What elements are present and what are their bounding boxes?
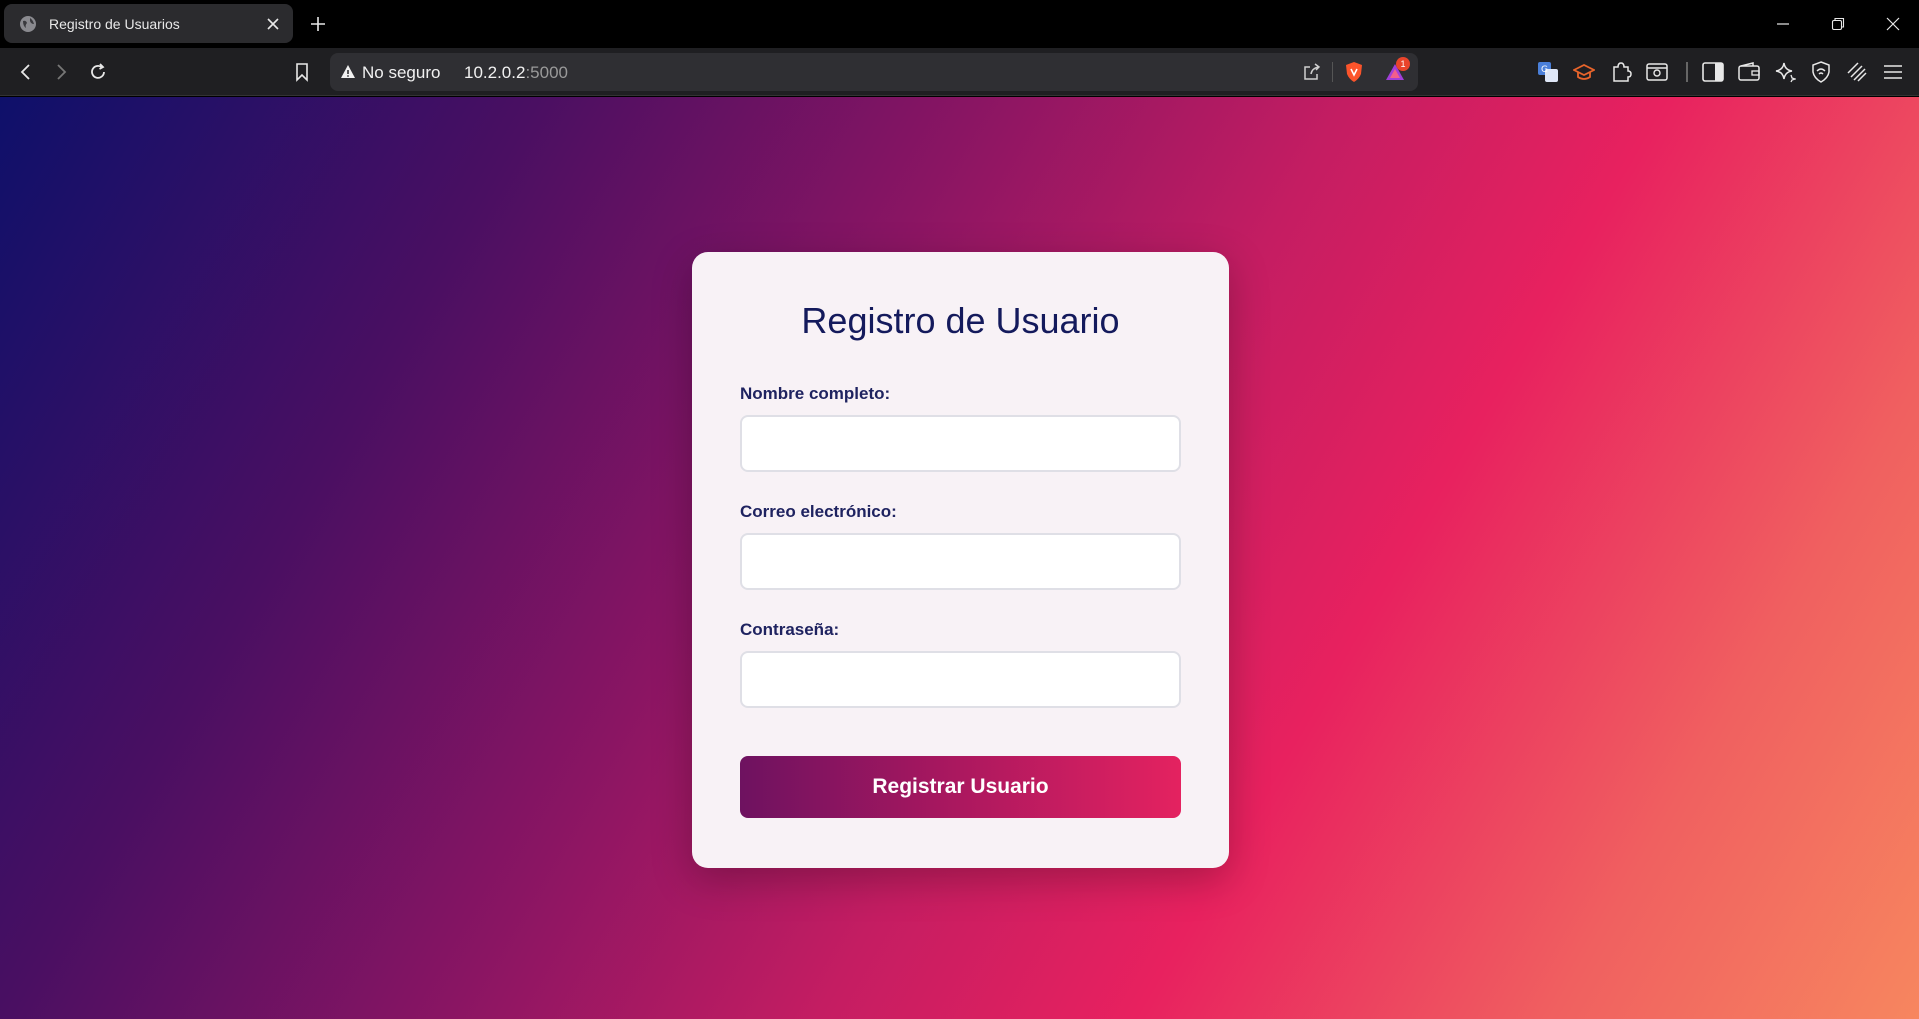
url-text: 10.2.0.2:5000	[464, 63, 568, 83]
puzzle-icon[interactable]	[1608, 59, 1634, 85]
page-background: Registro de Usuario Nombre completo: Cor…	[0, 97, 1919, 1019]
close-icon[interactable]	[263, 14, 283, 34]
reader-icon[interactable]	[1644, 59, 1670, 85]
email-input[interactable]	[740, 533, 1181, 590]
sidebar-icon[interactable]	[1700, 59, 1726, 85]
tab-title: Registro de Usuarios	[49, 15, 180, 32]
email-label: Correo electrónico:	[740, 502, 897, 521]
rewards-badge: 1	[1396, 57, 1410, 71]
form-title: Registro de Usuario	[801, 300, 1120, 341]
toolbar-separator	[1686, 62, 1688, 82]
globe-icon	[20, 15, 36, 32]
url-port: :5000	[525, 63, 568, 82]
reload-icon[interactable]	[85, 59, 111, 85]
browser-tab[interactable]: Registro de Usuarios	[4, 4, 293, 43]
forward-arrow-icon[interactable]	[48, 59, 74, 85]
restore-icon[interactable]	[1826, 12, 1850, 36]
minimize-icon[interactable]	[1771, 12, 1795, 36]
url-divider	[1332, 62, 1333, 82]
plus-icon[interactable]	[306, 12, 330, 36]
password-input[interactable]	[740, 651, 1181, 708]
bookmark-icon[interactable]	[289, 59, 315, 85]
menu-icon[interactable]	[1880, 59, 1906, 85]
register-button[interactable]: Registrar Usuario	[740, 756, 1181, 818]
svg-text:G: G	[1541, 65, 1548, 75]
translate-icon[interactable]: G	[1535, 59, 1561, 85]
close-icon[interactable]	[1881, 12, 1905, 36]
registration-card: Registro de Usuario Nombre completo: Cor…	[692, 252, 1229, 868]
share-icon[interactable]	[1300, 60, 1324, 84]
leo-ai-icon[interactable]	[1772, 59, 1798, 85]
address-bar[interactable]: No seguro 10.2.0.2:5000 1	[330, 53, 1418, 91]
tab-strip: Registro de Usuarios	[0, 0, 1919, 48]
url-host: 10.2.0.2	[464, 63, 526, 82]
browser-toolbar: No seguro 10.2.0.2:5000 1 G	[0, 48, 1919, 96]
graduation-cap-icon[interactable]	[1571, 59, 1597, 85]
password-label: Contraseña:	[740, 620, 840, 639]
wallet-icon[interactable]	[1736, 59, 1762, 85]
security-label[interactable]: No seguro	[362, 63, 440, 83]
rewards-stack-icon[interactable]	[1844, 59, 1870, 85]
warning-icon	[341, 65, 355, 78]
back-arrow-icon[interactable]	[13, 59, 39, 85]
name-input[interactable]	[740, 415, 1181, 472]
brave-shield-icon[interactable]	[1342, 60, 1366, 84]
name-label: Nombre completo:	[740, 384, 891, 403]
vpn-icon[interactable]	[1808, 59, 1834, 85]
